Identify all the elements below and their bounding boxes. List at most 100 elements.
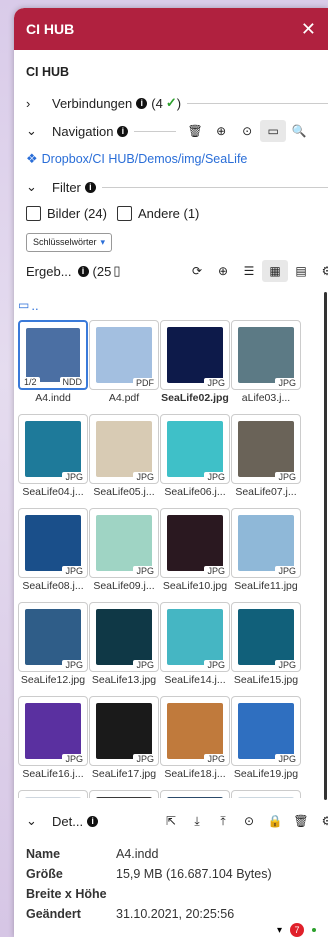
other-label: Andere (1) <box>137 205 200 221</box>
asset-tile[interactable]: 1/2 NDD A4.indd <box>18 320 88 404</box>
images-checkbox[interactable] <box>26 205 41 221</box>
search-icon[interactable]: 🔍 <box>286 124 312 138</box>
asset-thumbnail[interactable]: JPG <box>18 602 88 672</box>
chevron-right-icon[interactable]: › <box>26 96 46 111</box>
asset-tile[interactable]: JPG SeaLife18.j... <box>160 696 230 780</box>
grid-view-icon[interactable]: ▦ <box>262 260 288 282</box>
asset-thumbnail[interactable] <box>89 790 159 798</box>
asset-thumbnail[interactable]: JPG <box>18 696 88 766</box>
asset-tile[interactable] <box>160 790 230 798</box>
asset-filename: SeaLife19.jpg <box>233 768 299 780</box>
asset-tile[interactable]: JPG SeaLife14.j... <box>160 602 230 686</box>
refresh-icon[interactable]: ⟳ <box>184 264 210 278</box>
info-icon[interactable]: i <box>136 97 148 109</box>
card-view-icon[interactable]: ▤ <box>288 264 314 278</box>
asset-thumbnail[interactable]: 1/2 NDD <box>18 320 88 390</box>
settings-icon[interactable]: ⚙ <box>314 814 328 828</box>
asset-tile[interactable]: JPG SeaLife09.j... <box>89 508 159 592</box>
keyword-dropdown[interactable]: Schlüsselwörter ▾ <box>26 232 113 252</box>
asset-tile[interactable] <box>89 790 159 798</box>
asset-thumbnail[interactable]: PDF <box>89 320 159 390</box>
breadcrumb-sealife[interactable]: SeaLife <box>205 152 247 166</box>
upload-icon[interactable]: ⤒ <box>210 814 236 829</box>
info-icon[interactable]: i <box>84 181 96 193</box>
other-checkbox[interactable] <box>116 205 132 221</box>
notification-badge[interactable]: 7 <box>290 923 304 937</box>
folder-up-label: .. <box>31 297 39 313</box>
breadcrumb-demos[interactable]: Demos <box>138 152 178 166</box>
asset-tile[interactable]: JPG SeaLife04.j... <box>18 414 88 498</box>
info-icon[interactable]: i <box>117 125 129 137</box>
asset-tile[interactable]: JPG SeaLife12.jpg <box>18 602 88 686</box>
connections-row[interactable]: › Verbindungen i (4 ✓ ) <box>14 92 328 114</box>
asset-thumbnail[interactable]: JPG <box>160 602 230 672</box>
asset-thumbnail[interactable]: JPG <box>160 320 230 390</box>
connections-count: (4 <box>151 95 163 111</box>
asset-thumbnail[interactable] <box>160 790 230 798</box>
asset-thumbnail[interactable]: JPG <box>89 602 159 672</box>
trash-icon[interactable]: 🗑 <box>288 814 314 828</box>
asset-tile[interactable]: JPG SeaLife07.j... <box>231 414 301 498</box>
detail-value: 15,9 MB (16.687.104 Bytes) <box>116 867 272 881</box>
asset-thumbnail[interactable]: JPG <box>231 508 301 578</box>
asset-thumbnail[interactable]: JPG <box>231 602 301 672</box>
scrollbar[interactable] <box>324 292 327 800</box>
info-icon[interactable]: i <box>87 815 99 827</box>
add-icon[interactable]: ⊕ <box>210 264 236 278</box>
chevron-down-icon[interactable]: ⌄ <box>26 813 46 829</box>
asset-thumbnail[interactable]: JPG <box>18 414 88 484</box>
download-icon[interactable]: ⤓ <box>184 814 210 829</box>
trash-icon[interactable]: 🗑 <box>182 124 208 138</box>
asset-thumbnail[interactable]: JPG <box>160 508 230 578</box>
asset-tile[interactable]: JPG SeaLife08.j... <box>18 508 88 592</box>
asset-thumbnail[interactable]: JPG <box>160 414 230 484</box>
asset-tile[interactable]: JPG aLife03.j... <box>231 320 301 404</box>
asset-thumbnail[interactable]: JPG <box>89 508 159 578</box>
asset-thumbnail[interactable]: JPG <box>18 508 88 578</box>
info-icon[interactable]: i <box>77 265 89 277</box>
zoom-icon[interactable]: ⊙ <box>236 814 262 828</box>
asset-tile[interactable]: JPG SeaLife16.j... <box>18 696 88 780</box>
settings-icon[interactable]: ⚙ <box>314 264 328 278</box>
page-indicator[interactable]: 1/2 <box>21 377 40 387</box>
asset-tile[interactable]: JPG SeaLife15.jpg <box>231 602 301 686</box>
breadcrumb-ci-hub[interactable]: CI HUB <box>92 152 134 166</box>
asset-thumbnail[interactable]: JPG <box>231 320 301 390</box>
list-view-icon[interactable]: ☰ <box>236 264 262 278</box>
breadcrumb-img[interactable]: img <box>181 152 201 166</box>
asset-tile[interactable]: JPG SeaLife02.jpg <box>160 320 230 404</box>
folder-icon[interactable]: ▭ <box>260 120 287 142</box>
asset-thumbnail[interactable] <box>18 790 88 798</box>
asset-tile[interactable] <box>18 790 88 798</box>
asset-tile[interactable] <box>231 790 301 798</box>
asset-grid: 1/2 NDD A4.indd PDF A4.pdf JPG SeaLife02.jpg JP… <box>18 320 314 798</box>
asset-thumbnail[interactable]: JPG <box>160 696 230 766</box>
asset-tile[interactable]: JPG SeaLife06.j... <box>160 414 230 498</box>
filter-label: Filter <box>52 179 81 195</box>
asset-tile[interactable]: JPG SeaLife10.jpg <box>160 508 230 592</box>
external-link-icon[interactable]: ⇱ <box>158 814 184 828</box>
zoom-icon[interactable]: ⊙ <box>234 124 260 138</box>
detail-key: Name <box>26 847 61 861</box>
add-icon[interactable]: ⊕ <box>208 124 234 138</box>
chevron-down-icon[interactable]: ⌄ <box>26 123 46 139</box>
asset-thumbnail[interactable]: JPG <box>231 414 301 484</box>
asset-tile[interactable]: JPG SeaLife19.jpg <box>231 696 301 780</box>
lock-icon[interactable]: 🔒 <box>262 814 288 828</box>
asset-tile[interactable]: PDF A4.pdf <box>89 320 159 404</box>
window-title: CI HUB <box>26 21 75 37</box>
asset-tile[interactable]: JPG SeaLife13.jpg <box>89 602 159 686</box>
asset-tile[interactable]: JPG SeaLife17.jpg <box>89 696 159 780</box>
chevron-down-icon[interactable]: ⌄ <box>26 179 46 195</box>
close-icon[interactable]: ✕ <box>301 20 316 38</box>
breadcrumb-dropbox[interactable]: Dropbox <box>42 152 89 166</box>
asset-thumbnail[interactable] <box>231 790 301 798</box>
thumbnail-image <box>238 421 294 477</box>
asset-thumbnail[interactable]: JPG <box>89 696 159 766</box>
asset-tile[interactable]: JPG SeaLife05.j... <box>89 414 159 498</box>
dropbox-icon: ❖ <box>26 151 38 166</box>
folder-up-row[interactable]: ▭ .. <box>14 296 328 314</box>
asset-thumbnail[interactable]: JPG <box>89 414 159 484</box>
asset-thumbnail[interactable]: JPG <box>231 696 301 766</box>
asset-tile[interactable]: JPG SeaLife11.jpg <box>231 508 301 592</box>
